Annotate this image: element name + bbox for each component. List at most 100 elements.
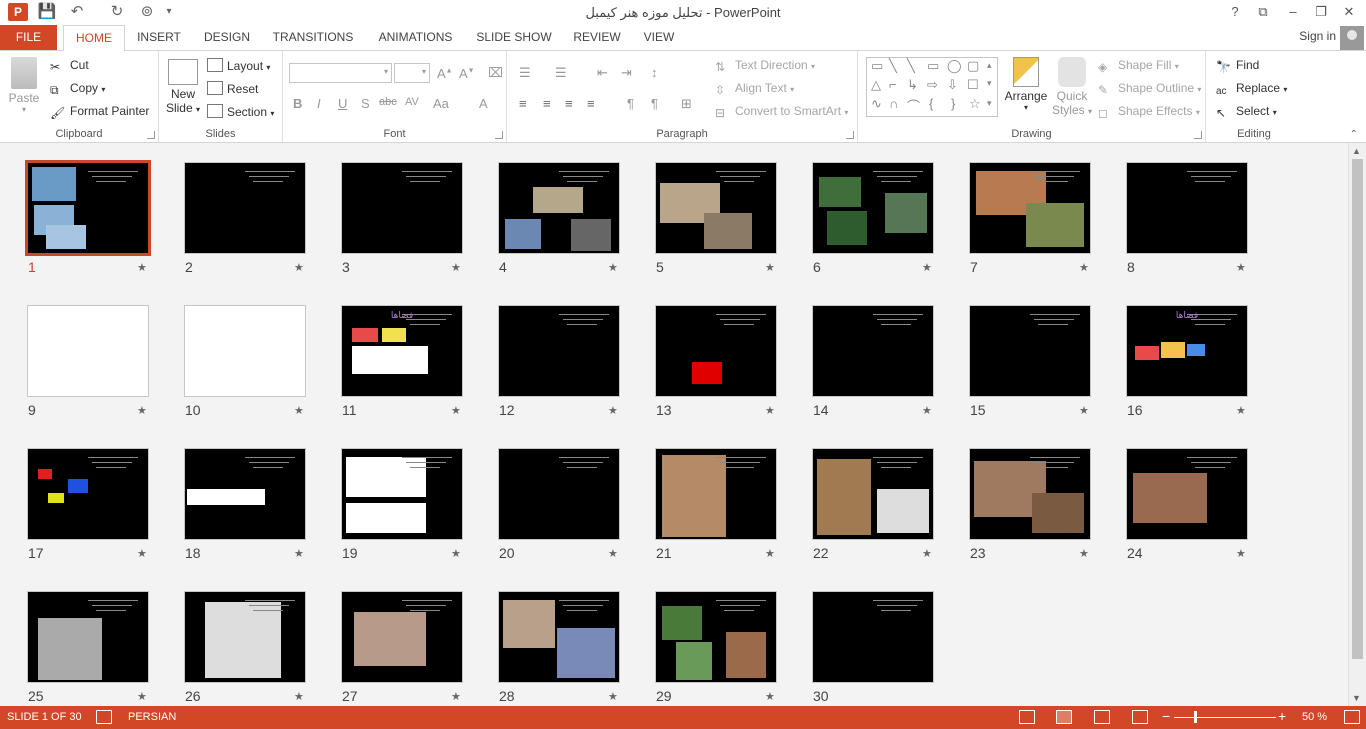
rounded-rect-shape-icon[interactable]: ▢ — [967, 58, 979, 74]
slide-thumbnail-10[interactable] — [184, 305, 306, 397]
star-shape-icon[interactable]: ☆ — [969, 96, 981, 112]
tab-slide-show[interactable]: SLIDE SHOW — [471, 25, 557, 50]
spacing-icon[interactable]: AV — [405, 96, 419, 108]
slide-thumbnail-8[interactable] — [1126, 162, 1248, 254]
clipboard-launcher-icon[interactable] — [147, 131, 155, 139]
animation-star-icon[interactable]: ★ — [608, 261, 618, 274]
oval-shape-icon[interactable]: ◯ — [947, 58, 962, 74]
down-arrow-shape-icon[interactable]: ⇩ — [947, 77, 958, 93]
align-right-icon[interactable]: ≡ — [565, 96, 573, 111]
tab-design[interactable]: DESIGN — [197, 25, 257, 50]
animation-star-icon[interactable]: ★ — [294, 404, 304, 417]
animation-star-icon[interactable]: ★ — [922, 261, 932, 274]
animation-star-icon[interactable]: ★ — [608, 690, 618, 703]
sign-in-link[interactable]: Sign in — [1299, 29, 1336, 43]
columns-icon[interactable]: ⊞ — [681, 96, 692, 112]
scroll-down-icon[interactable]: ▼ — [1352, 693, 1361, 703]
animation-star-icon[interactable]: ★ — [1236, 404, 1246, 417]
clear-formatting-icon[interactable]: ⌧ — [488, 65, 503, 81]
slide-thumbnail-26[interactable] — [184, 591, 306, 683]
slide-thumbnail-29[interactable] — [655, 591, 777, 683]
elbow-shape-icon[interactable]: ⌐ — [889, 77, 897, 92]
reset-button[interactable]: Reset — [207, 81, 258, 96]
replace-button[interactable]: ac Replace ▾ — [1216, 81, 1287, 100]
slide-thumbnail-17[interactable] — [27, 448, 149, 540]
font-name-box[interactable]: ▾ — [289, 63, 392, 83]
notes-edit-icon[interactable] — [96, 710, 112, 724]
copy-button[interactable]: ⧉ Copy ▾ — [50, 81, 105, 97]
scroll-up-icon[interactable]: ▲ — [1352, 146, 1361, 156]
animation-star-icon[interactable]: ★ — [294, 690, 304, 703]
slide-thumbnail-19[interactable] — [341, 448, 463, 540]
wave-shape-icon[interactable]: ∿ — [871, 96, 882, 112]
slide-thumbnail-12[interactable] — [498, 305, 620, 397]
gallery-down-icon[interactable]: ▾ — [987, 78, 992, 89]
textbox-shape-icon[interactable]: ▭ — [871, 58, 883, 74]
gallery-more-icon[interactable]: ▾ — [987, 98, 992, 109]
animation-star-icon[interactable]: ★ — [294, 261, 304, 274]
grow-font-icon[interactable]: A▲ — [437, 66, 453, 81]
help-button[interactable]: ? — [1222, 1, 1248, 23]
align-text-button[interactable]: ⇳ Align Text ▾ — [715, 81, 794, 97]
animation-star-icon[interactable]: ★ — [451, 404, 461, 417]
animation-star-icon[interactable]: ★ — [1236, 547, 1246, 560]
rtl-icon[interactable]: ¶ — [651, 96, 658, 111]
tab-file[interactable]: FILE — [0, 25, 57, 50]
font-color-icon[interactable]: A — [479, 96, 488, 111]
shape-effects-button[interactable]: ◻ Shape Effects ▾ — [1098, 104, 1200, 120]
tab-insert[interactable]: INSERT — [131, 25, 187, 50]
shadow-icon[interactable]: S — [361, 96, 370, 111]
animation-star-icon[interactable]: ★ — [451, 261, 461, 274]
animation-star-icon[interactable]: ★ — [765, 404, 775, 417]
format-painter-button[interactable]: 🖌 Format Painter — [50, 104, 149, 120]
line-shape-icon[interactable]: ╲ — [889, 58, 897, 74]
tab-animations[interactable]: ANIMATIONS — [369, 25, 462, 50]
justify-icon[interactable]: ≡ — [587, 96, 595, 111]
zoom-out-icon[interactable]: − — [1162, 708, 1170, 724]
bullets-icon[interactable]: ☰ — [519, 65, 531, 81]
slide-thumbnail-21[interactable] — [655, 448, 777, 540]
line-spacing-icon[interactable]: ↕ — [651, 65, 658, 80]
vertical-scrollbar[interactable]: ▲ ▼ — [1348, 143, 1366, 706]
slide-thumbnail-11[interactable]: فضاها — [341, 305, 463, 397]
normal-view-icon[interactable] — [1019, 710, 1035, 724]
animation-star-icon[interactable]: ★ — [1079, 404, 1089, 417]
zoom-level[interactable]: 50 % — [1302, 711, 1327, 723]
minimize-button[interactable]: – — [1280, 1, 1306, 23]
slide-sorter-view-icon[interactable] — [1056, 710, 1072, 724]
bent-arrow-shape-icon[interactable]: ⇨ — [927, 77, 938, 93]
brace-left-shape-icon[interactable]: { — [929, 96, 933, 111]
animation-star-icon[interactable]: ★ — [1236, 261, 1246, 274]
slide-thumbnail-7[interactable] — [969, 162, 1091, 254]
shapes-gallery[interactable]: ▭ ╲ ╲ ▭ ◯ ▢ △ ⌐ ↳ ⇨ ⇩ ☐ ∿ ∩ ⌒ { } ☆ ▴ ▾ … — [866, 57, 998, 117]
gallery-up-icon[interactable]: ▴ — [987, 60, 992, 71]
animation-star-icon[interactable]: ★ — [137, 404, 147, 417]
restore-button[interactable]: ❐ — [1308, 1, 1334, 23]
shape-more-icon[interactable]: ☐ — [967, 77, 979, 93]
animation-star-icon[interactable]: ★ — [137, 547, 147, 560]
animation-star-icon[interactable]: ★ — [608, 404, 618, 417]
slide-thumbnail-4[interactable] — [498, 162, 620, 254]
italic-icon[interactable]: I — [317, 96, 321, 111]
zoom-in-icon[interactable]: + — [1278, 708, 1286, 724]
avatar[interactable] — [1340, 26, 1364, 50]
quick-styles-button[interactable]: Quick Styles ▾ — [1050, 57, 1094, 117]
ribbon-display-button[interactable]: ⧉ — [1250, 1, 1276, 23]
paste-button[interactable]: Paste ▾ — [6, 57, 42, 114]
ltr-icon[interactable]: ¶ — [627, 96, 634, 111]
arrange-button[interactable]: Arrange ▾ — [1002, 57, 1050, 112]
slide-thumbnail-23[interactable] — [969, 448, 1091, 540]
triangle-shape-icon[interactable]: △ — [871, 77, 881, 93]
shape-fill-button[interactable]: ◈ Shape Fill ▾ — [1098, 58, 1179, 74]
tab-home[interactable]: HOME — [63, 25, 125, 51]
fit-to-window-icon[interactable] — [1344, 710, 1360, 724]
layout-button[interactable]: Layout ▾ — [207, 58, 270, 73]
slide-thumbnail-2[interactable] — [184, 162, 306, 254]
slide-thumbnail-30[interactable] — [812, 591, 934, 683]
curve-shape-icon[interactable]: ∩ — [889, 96, 898, 111]
slide-thumbnail-16[interactable]: فضاها — [1126, 305, 1248, 397]
tab-view[interactable]: VIEW — [637, 25, 681, 50]
close-button[interactable]: ✕ — [1336, 1, 1362, 23]
arc-shape-icon[interactable]: ⌒ — [907, 96, 920, 115]
language-indicator[interactable]: PERSIAN — [128, 711, 176, 723]
